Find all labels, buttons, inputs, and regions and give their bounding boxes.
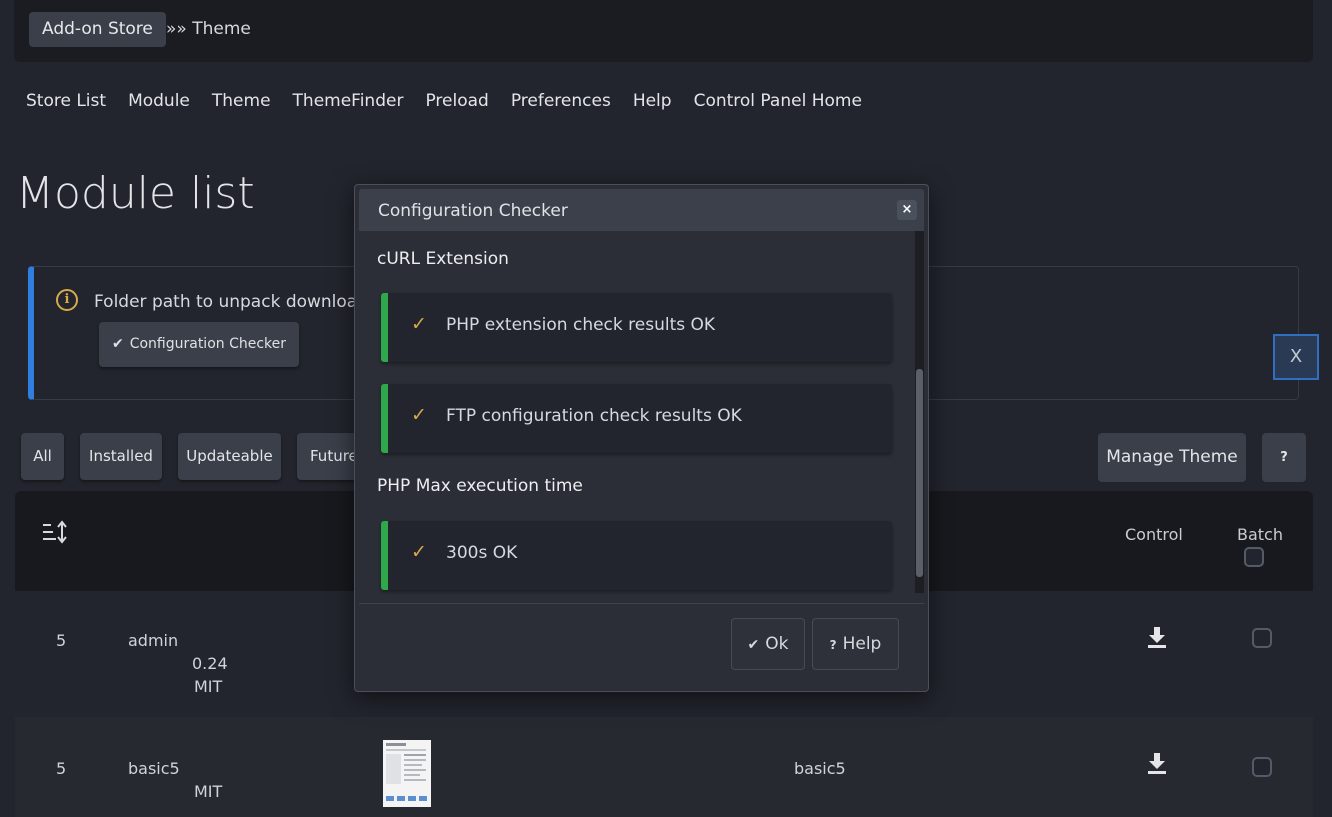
row-checkbox[interactable] bbox=[1252, 757, 1272, 777]
ok-button[interactable]: ✔ Ok bbox=[731, 618, 805, 670]
theme-name: basic5 bbox=[794, 759, 846, 778]
sort-icon[interactable] bbox=[42, 520, 70, 544]
nav-theme[interactable]: Theme bbox=[212, 88, 271, 114]
section-heading: PHP Max execution time bbox=[377, 476, 583, 496]
download-icon[interactable] bbox=[1146, 626, 1168, 648]
check-result-text: 300s OK bbox=[446, 543, 518, 563]
nav-preload[interactable]: Preload bbox=[425, 88, 488, 114]
checkmark-icon: ✓ bbox=[411, 541, 427, 563]
theme-thumbnail[interactable] bbox=[383, 740, 431, 807]
check-result-text: PHP extension check results OK bbox=[446, 315, 716, 335]
row-checkbox[interactable] bbox=[1252, 628, 1272, 648]
main-nav: Store List Module Theme ThemeFinder Prel… bbox=[26, 88, 862, 114]
filter-updateable[interactable]: Updateable bbox=[178, 433, 281, 480]
row-number: 5 bbox=[56, 759, 67, 778]
module-license: MIT bbox=[194, 677, 223, 696]
dialog-footer-divider bbox=[359, 603, 924, 604]
row-number: 5 bbox=[56, 631, 67, 650]
check-result-text: FTP configuration check results OK bbox=[446, 406, 742, 426]
info-icon: i bbox=[56, 289, 78, 311]
check-result: ✓ PHP extension check results OK bbox=[381, 293, 892, 362]
help-button[interactable]: ? bbox=[1262, 433, 1306, 482]
check-icon: ✔ bbox=[111, 336, 124, 352]
filter-future[interactable]: Future bbox=[297, 433, 357, 480]
dialog-title: Configuration Checker bbox=[378, 201, 568, 221]
page-title: Module list bbox=[16, 168, 255, 219]
configuration-checker-button[interactable]: ✔ Configuration Checker bbox=[99, 322, 299, 367]
configuration-checker-label: Configuration Checker bbox=[129, 336, 287, 352]
nav-preferences[interactable]: Preferences bbox=[511, 88, 611, 114]
dialog-help-button[interactable]: ? Help bbox=[812, 618, 899, 670]
column-control: Control bbox=[1125, 525, 1183, 544]
module-name[interactable]: basic5 bbox=[128, 759, 180, 778]
check-result: ✓ 300s OK bbox=[381, 521, 892, 590]
module-license: MIT bbox=[194, 782, 223, 801]
module-version: 0.24 bbox=[192, 654, 228, 673]
check-icon: ✔ bbox=[747, 637, 760, 653]
breadcrumb-current: »» Theme bbox=[166, 19, 251, 39]
filter-installed[interactable]: Installed bbox=[80, 433, 162, 480]
nav-help[interactable]: Help bbox=[633, 88, 672, 114]
nav-store-list[interactable]: Store List bbox=[26, 88, 106, 114]
download-icon[interactable] bbox=[1146, 752, 1168, 774]
column-batch: Batch bbox=[1237, 525, 1283, 544]
addon-store-button[interactable]: Add-on Store bbox=[29, 12, 166, 47]
manage-theme-button[interactable]: Manage Theme bbox=[1098, 433, 1246, 482]
batch-select-all-checkbox[interactable] bbox=[1244, 547, 1264, 567]
close-icon[interactable]: × bbox=[897, 200, 917, 220]
checkmark-icon: ✓ bbox=[411, 404, 427, 426]
nav-themefinder[interactable]: ThemeFinder bbox=[293, 88, 404, 114]
check-result: ✓ FTP configuration check results OK bbox=[381, 384, 892, 453]
help-label: Help bbox=[842, 634, 882, 654]
table-row bbox=[15, 717, 1313, 817]
module-name[interactable]: admin bbox=[128, 631, 178, 650]
nav-control-panel-home[interactable]: Control Panel Home bbox=[694, 88, 862, 114]
checkmark-icon: ✓ bbox=[411, 313, 427, 335]
ok-label: Ok bbox=[765, 634, 789, 654]
dismiss-button[interactable]: X bbox=[1273, 334, 1319, 380]
info-text: Folder path to unpack download c bbox=[94, 292, 356, 312]
dialog-scrollbar-thumb[interactable] bbox=[916, 369, 923, 577]
filter-all[interactable]: All bbox=[21, 433, 64, 480]
question-icon: ? bbox=[829, 638, 837, 652]
section-heading: cURL Extension bbox=[377, 249, 509, 269]
nav-module[interactable]: Module bbox=[128, 88, 190, 114]
